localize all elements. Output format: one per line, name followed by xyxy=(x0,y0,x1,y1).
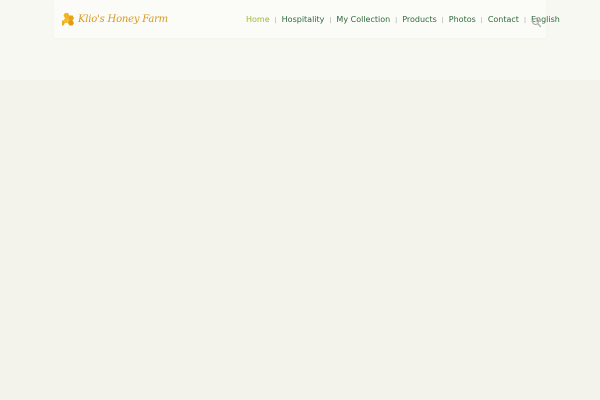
nav-separator: | xyxy=(480,16,483,24)
honeycomb-icon xyxy=(61,12,76,27)
search-icon[interactable] xyxy=(531,13,542,28)
site-header: Klio's Honey Farm Home | Hospitality | M… xyxy=(54,0,560,38)
nav-item-photos[interactable]: Photos xyxy=(449,15,476,24)
main-nav: Home | Hospitality | My Collection | Pro… xyxy=(246,12,560,26)
nav-separator: | xyxy=(523,16,526,24)
nav-item-home[interactable]: Home xyxy=(246,15,270,24)
nav-item-contact[interactable]: Contact xyxy=(488,15,519,24)
site-logo-text: Klio's Honey Farm xyxy=(78,13,168,25)
nav-separator: | xyxy=(441,16,444,24)
nav-separator: | xyxy=(274,16,277,24)
nav-item-hospitality[interactable]: Hospitality xyxy=(282,15,325,24)
nav-item-my-collection[interactable]: My Collection xyxy=(336,15,390,24)
nav-item-products[interactable]: Products xyxy=(402,15,437,24)
nav-separator: | xyxy=(395,16,398,24)
site-logo[interactable]: Klio's Honey Farm xyxy=(61,11,168,27)
nav-separator: | xyxy=(329,16,332,24)
